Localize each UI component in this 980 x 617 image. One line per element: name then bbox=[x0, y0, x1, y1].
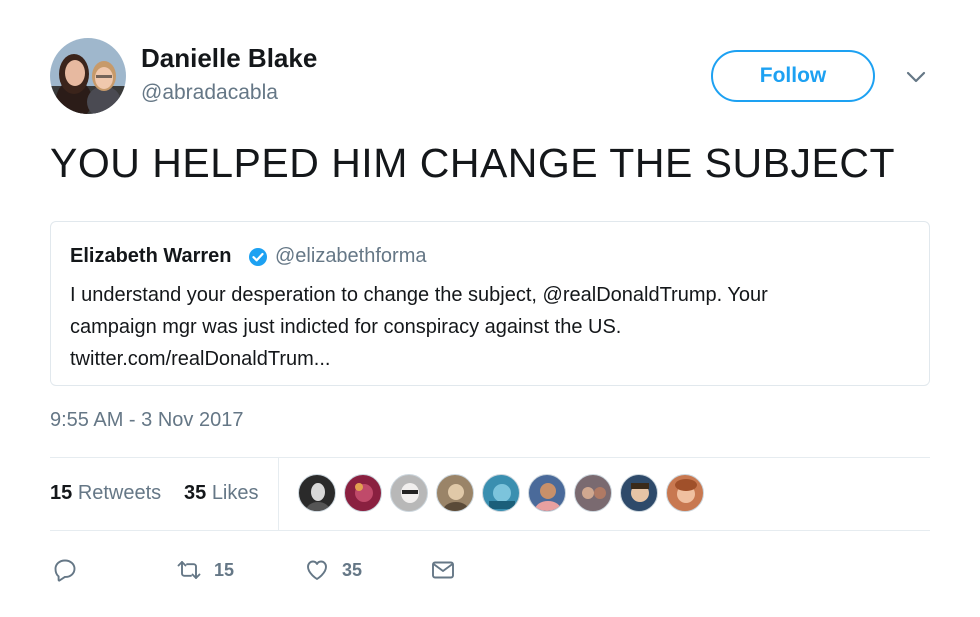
like-count: 35 bbox=[342, 559, 363, 580]
direct-message-button[interactable] bbox=[430, 556, 456, 584]
quoted-text-line: campaign mgr was just indicted for consp… bbox=[70, 316, 622, 338]
avatar[interactable] bbox=[50, 38, 126, 114]
likes-label: Likes bbox=[211, 482, 259, 504]
liker-avatar[interactable] bbox=[574, 474, 612, 512]
liker-avatar[interactable] bbox=[390, 474, 428, 512]
tweet-text: YOU HELPED HIM CHANGE THE SUBJECT bbox=[50, 140, 895, 186]
liker-avatar[interactable] bbox=[482, 474, 520, 512]
verified-badge-icon bbox=[248, 247, 268, 267]
liker-avatar[interactable] bbox=[298, 474, 336, 512]
follow-button[interactable]: Follow bbox=[711, 50, 875, 102]
liker-avatar[interactable] bbox=[666, 474, 704, 512]
quoted-author-handle: @elizabethforma bbox=[275, 245, 427, 267]
chevron-down-icon[interactable] bbox=[905, 66, 927, 88]
retweets-count: 15 bbox=[50, 482, 73, 504]
liker-avatar[interactable] bbox=[620, 474, 658, 512]
tweet-timestamp[interactable]: 9:55 AM - 3 Nov 2017 bbox=[50, 409, 243, 432]
liker-avatar[interactable] bbox=[436, 474, 474, 512]
envelope-icon bbox=[432, 561, 454, 579]
divider bbox=[50, 457, 930, 458]
retweets-stat[interactable]: 15 Retweets bbox=[50, 482, 161, 505]
quoted-text-link: twitter.com/realDonaldTrum... bbox=[70, 348, 331, 370]
quoted-author-name: Elizabeth Warren bbox=[70, 245, 232, 267]
reply-icon bbox=[54, 559, 76, 582]
author-display-name[interactable]: Danielle Blake bbox=[141, 43, 317, 74]
retweet-count: 15 bbox=[214, 559, 235, 580]
retweets-label: Retweets bbox=[77, 482, 162, 504]
author-handle[interactable]: @abradacabla bbox=[141, 81, 278, 105]
like-button[interactable]: 35 bbox=[304, 556, 362, 584]
heart-icon bbox=[307, 560, 327, 580]
liker-avatar[interactable] bbox=[528, 474, 566, 512]
liker-avatar[interactable] bbox=[344, 474, 382, 512]
quoted-tweet-text: I understand your desperation to change … bbox=[70, 279, 890, 375]
quoted-text-line: I understand your desperation to change … bbox=[70, 284, 768, 306]
likes-stat[interactable]: 35 Likes bbox=[184, 482, 259, 505]
retweet-button[interactable]: 15 bbox=[176, 556, 234, 584]
divider bbox=[50, 530, 930, 531]
tweet-card: Danielle Blake @abradacabla Follow YOU H… bbox=[0, 0, 980, 617]
reply-button[interactable] bbox=[52, 556, 78, 584]
quoted-tweet[interactable]: Elizabeth Warren @elizabethforma I under… bbox=[50, 221, 930, 386]
retweet-icon bbox=[177, 561, 201, 579]
likes-count: 35 bbox=[184, 482, 207, 504]
divider bbox=[278, 457, 279, 530]
